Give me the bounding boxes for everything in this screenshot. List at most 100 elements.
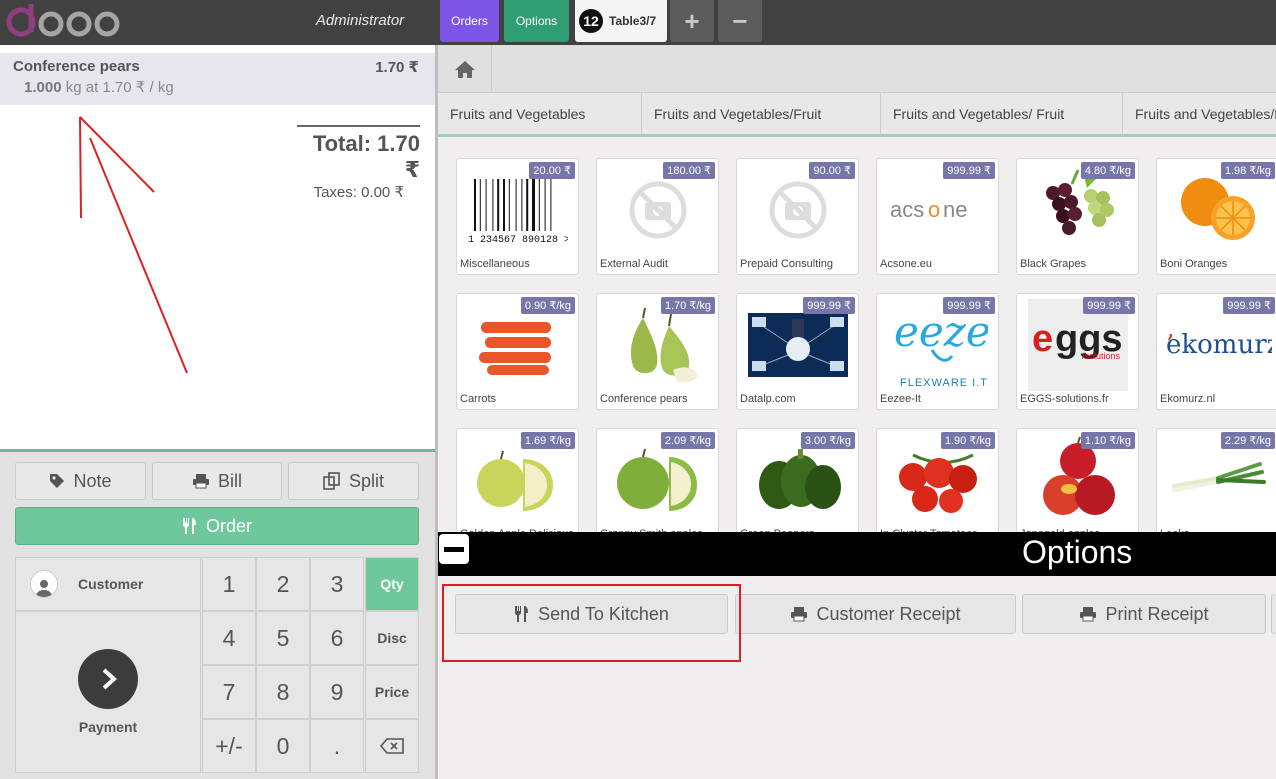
cutlery-icon: [182, 518, 196, 534]
product-card[interactable]: 0.90 ₹/kg Carrots: [456, 293, 579, 410]
bill-button[interactable]: Bill: [152, 462, 282, 500]
printer-icon: [1080, 607, 1097, 622]
svg-text:1 234567 890128 >: 1 234567 890128 >: [468, 235, 568, 245]
copy-icon: [323, 472, 340, 490]
payment-button[interactable]: Payment: [15, 611, 201, 773]
numpad-key-9[interactable]: 9: [310, 665, 364, 719]
product-name: Conference pears: [600, 393, 688, 405]
numpad-key-plusminus[interactable]: +/-: [202, 719, 256, 773]
product-card[interactable]: eezee FLEXWARE I.T. 999.99 ₹ Eezee-It: [876, 293, 999, 410]
numpad-key-2[interactable]: 2: [256, 557, 310, 611]
numpad-key-6[interactable]: 6: [310, 611, 364, 665]
orders-button[interactable]: Orders: [440, 0, 499, 42]
options-button[interactable]: Options: [504, 0, 569, 42]
numpad-key-dot[interactable]: .: [310, 719, 364, 773]
control-panel: Note Bill Split Order Customer Payment 1…: [0, 449, 435, 779]
breadcrumb-bar: [438, 45, 1276, 93]
print-receipt-label: Print Receipt: [1105, 603, 1209, 624]
product-price-tag: 1.70 ₹/kg: [660, 297, 715, 314]
numpad-key-0[interactable]: 0: [256, 719, 310, 773]
table-label: Table3/7: [609, 14, 657, 28]
product-card[interactable]: acs o ne 999.99 ₹ Acsone.eu: [876, 158, 999, 275]
product-name: Prepaid Consulting: [740, 258, 833, 270]
options-header: Options: [438, 532, 1276, 576]
split-label: Split: [348, 470, 384, 491]
product-card[interactable]: 999.99 ₹ Datalp.com: [736, 293, 859, 410]
product-price-tag: 1.90 ₹/kg: [940, 432, 995, 449]
mode-price-button[interactable]: Price: [365, 665, 419, 719]
category-item[interactable]: Fruits and Vegetables: [438, 93, 642, 134]
home-button[interactable]: [438, 45, 492, 93]
product-card[interactable]: 1.10 ₹/kgJonagold apples: [1016, 428, 1139, 532]
product-card[interactable]: 2.09 ₹/kgGranny Smith apples: [596, 428, 719, 532]
tag-icon: [50, 474, 65, 488]
options-title: Options: [1022, 534, 1133, 570]
backspace-icon: [380, 738, 404, 754]
category-item[interactable]: Fruits and Vegetables/Fruit: [642, 93, 881, 134]
product-card[interactable]: 1.98 ₹/kg Boni Oranges: [1156, 158, 1276, 275]
svg-text:e: e: [1032, 318, 1053, 360]
mode-qty-button[interactable]: Qty: [365, 557, 419, 611]
order-button[interactable]: Order: [15, 507, 419, 545]
product-price-tag: 999.99 ₹: [943, 162, 995, 179]
product-price-tag: 1.10 ₹/kg: [1080, 432, 1135, 449]
remove-order-button[interactable]: −: [718, 0, 762, 42]
product-card[interactable]: 3.00 ₹/kgGreen Peppers: [736, 428, 859, 532]
category-bar: Fruits and Vegetables Fruits and Vegetab…: [438, 93, 1276, 137]
product-card[interactable]: 1.70 ₹/kg Conference pears: [596, 293, 719, 410]
order-label: Order: [205, 515, 252, 536]
note-button[interactable]: Note: [15, 462, 146, 500]
numpad-key-5[interactable]: 5: [256, 611, 310, 665]
product-price-tag: 2.09 ₹/kg: [660, 432, 715, 449]
product-price-tag: 1.98 ₹/kg: [1220, 162, 1275, 179]
table-guest-count: 12: [579, 9, 603, 33]
product-name: External Audit: [600, 258, 668, 270]
bill-label: Bill: [217, 470, 242, 491]
product-price-tag: 180.00 ₹: [663, 162, 715, 179]
product-price-tag: 20.00 ₹: [529, 162, 575, 179]
svg-text:’: ’: [1166, 330, 1174, 360]
printer-icon: [192, 474, 209, 489]
product-card[interactable]: 4.80 ₹/kg Black Grapes: [1016, 158, 1139, 275]
customer-button[interactable]: Customer: [15, 557, 201, 611]
table-order-tab[interactable]: 12 Table3/7: [575, 0, 667, 42]
numpad-key-3[interactable]: 3: [310, 557, 364, 611]
product-card[interactable]: 180.00 ₹ External Audit: [596, 158, 719, 275]
minimize-icon[interactable]: [439, 534, 469, 564]
product-card[interactable]: 90.00 ₹ Prepaid Consulting: [736, 158, 859, 275]
product-name: Eezee-It: [880, 393, 921, 405]
user-icon: [30, 570, 58, 598]
svg-text:FLEXWARE I.T.: FLEXWARE I.T.: [900, 377, 988, 389]
note-label: Note: [73, 470, 112, 491]
annotation-highlight-box: [442, 584, 741, 662]
category-item[interactable]: Fruits and Vegetables/Fruit: [1123, 93, 1276, 134]
product-price-tag: 999.99 ₹: [943, 297, 995, 314]
product-price-tag: 4.80 ₹/kg: [1080, 162, 1135, 179]
numpad-key-7[interactable]: 7: [202, 665, 256, 719]
product-price-tag: 999.99 ₹: [1223, 297, 1275, 314]
product-card[interactable]: 2.29 ₹/kgLeeks: [1156, 428, 1276, 532]
product-card[interactable]: 1.90 ₹/kgIn Cluster Tomatoes: [876, 428, 999, 532]
product-price-tag: 2.29 ₹/kg: [1220, 432, 1275, 449]
product-card[interactable]: 1.69 ₹/kgGolden Apple Delicious: [456, 428, 579, 532]
category-item[interactable]: Fruits and Vegetables/ Fruit: [881, 93, 1123, 134]
numpad-area: Customer Payment 1 2 3 Qty 4 5 6 Disc 7 …: [15, 557, 419, 773]
mode-disc-button[interactable]: Disc: [365, 611, 419, 665]
product-price-tag: 999.99 ₹: [803, 297, 855, 314]
backspace-button[interactable]: [365, 719, 419, 773]
product-name: Datalp.com: [740, 393, 796, 405]
product-name: EGGS-solutions.fr: [1020, 393, 1109, 405]
more-option-button[interactable]: [1271, 594, 1276, 634]
customer-receipt-button[interactable]: Customer Receipt: [735, 594, 1016, 634]
numpad-key-1[interactable]: 1: [202, 557, 256, 611]
numpad-key-4[interactable]: 4: [202, 611, 256, 665]
add-order-button[interactable]: +: [670, 0, 714, 42]
product-card[interactable]: e ggs/solutions 999.99 ₹ EGGS-solutions.fr: [1016, 293, 1139, 410]
split-button[interactable]: Split: [288, 462, 419, 500]
print-receipt-button[interactable]: Print Receipt: [1022, 594, 1266, 634]
product-price-tag: 90.00 ₹: [809, 162, 855, 179]
product-card[interactable]: ekomurz’ 999.99 ₹ Ekomurz.nl: [1156, 293, 1276, 410]
product-card[interactable]: 1 234567 890128 > 20.00 ₹ Miscellaneous: [456, 158, 579, 275]
product-name: Miscellaneous: [460, 258, 530, 270]
numpad-key-8[interactable]: 8: [256, 665, 310, 719]
